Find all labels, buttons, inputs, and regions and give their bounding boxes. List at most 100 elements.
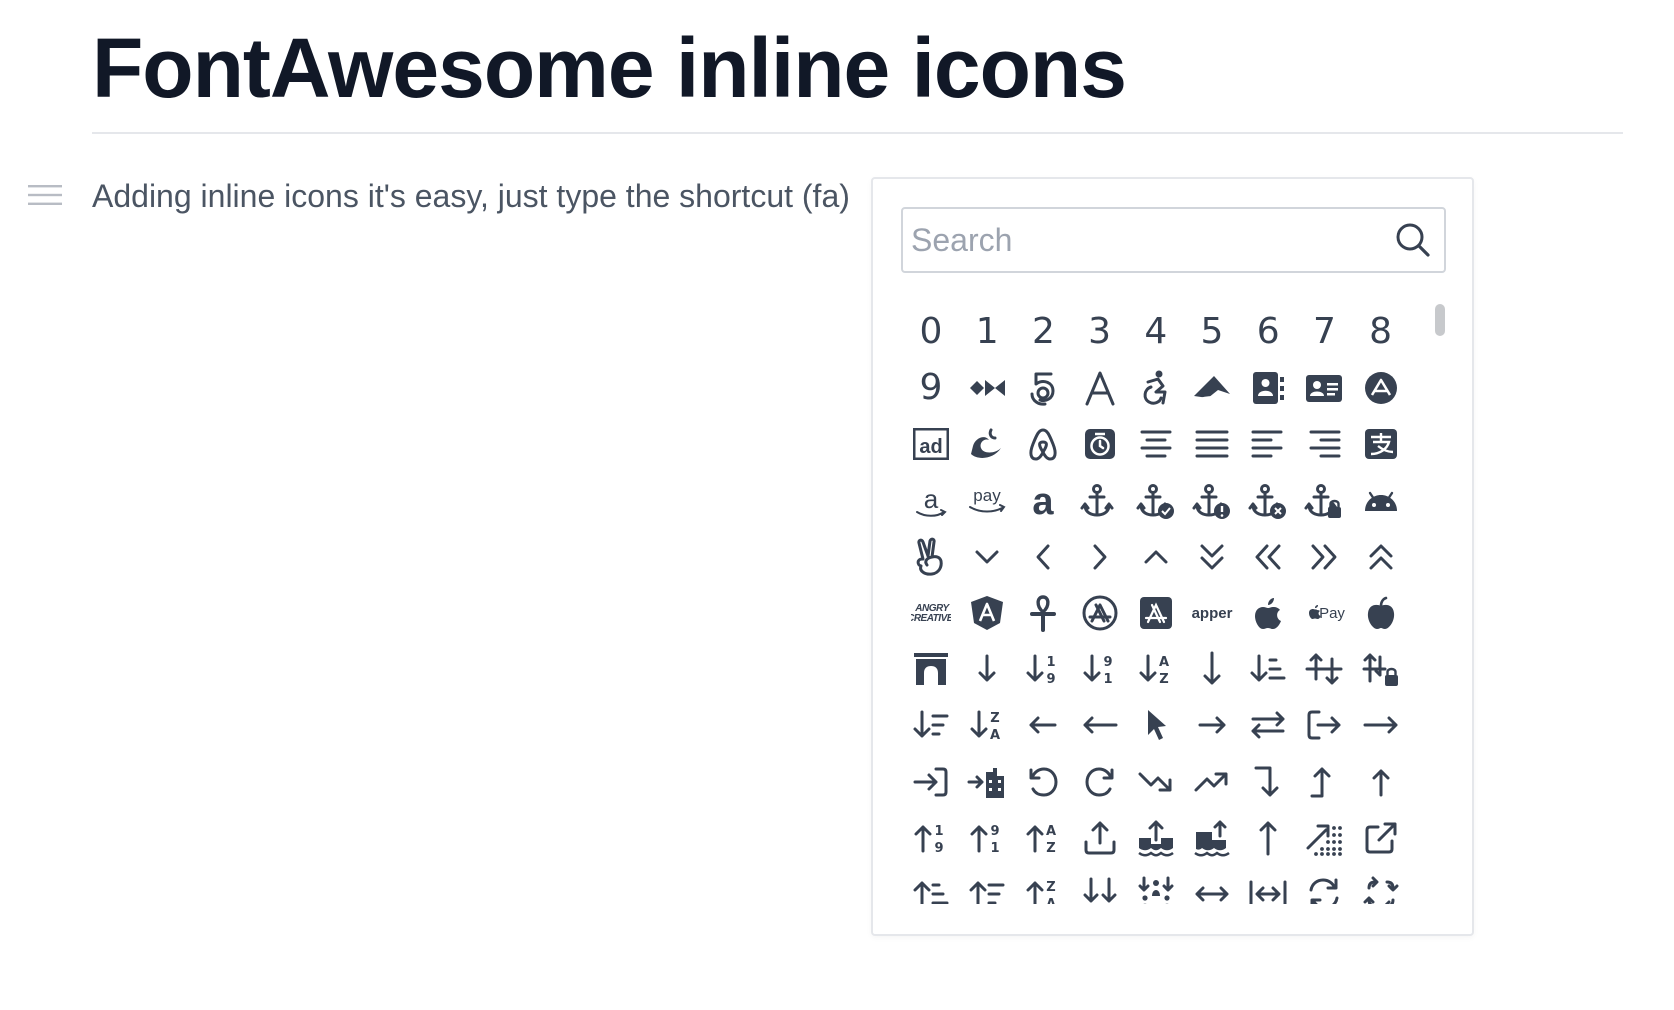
icon-option-digit-5[interactable]: 5 bbox=[1184, 304, 1240, 360]
icon-option-arrow-turn-up[interactable] bbox=[1296, 754, 1352, 810]
icon-option-amazon[interactable]: a bbox=[903, 473, 959, 529]
icon-option-arrow-down-long[interactable] bbox=[1184, 641, 1240, 697]
icon-option-address-book[interactable] bbox=[1240, 360, 1296, 416]
drag-handle-icon[interactable] bbox=[28, 184, 62, 206]
icon-option-arrow-up-right-from-square[interactable] bbox=[1353, 810, 1409, 866]
icon-option-arrow-right-to-bracket[interactable] bbox=[903, 754, 959, 810]
icon-option-arrows-left-right[interactable] bbox=[1184, 866, 1240, 904]
icon-option-arrow-up-long[interactable] bbox=[1240, 810, 1296, 866]
icon-option-digit-3[interactable]: 3 bbox=[1072, 304, 1128, 360]
icon-option-arrow-right-long[interactable] bbox=[1353, 697, 1409, 753]
icon-option-digit-7[interactable]: 7 bbox=[1296, 304, 1352, 360]
icon-option-arrow-trend-up[interactable] bbox=[1184, 754, 1240, 810]
icon-option-arrow-down-9-1[interactable]: 91 bbox=[1072, 641, 1128, 697]
icon-option-apper[interactable]: apper bbox=[1184, 585, 1240, 641]
icon-option-500px[interactable] bbox=[1015, 360, 1071, 416]
icon-option-arrow-up-short-wide[interactable] bbox=[903, 866, 959, 904]
search-icon[interactable] bbox=[1394, 221, 1432, 259]
icon-option-arrow-right[interactable] bbox=[1184, 697, 1240, 753]
icon-option-app-store-ios[interactable] bbox=[1128, 585, 1184, 641]
icon-option-airbnb[interactable] bbox=[1015, 416, 1071, 472]
icon-option-amilia[interactable]: a bbox=[1015, 473, 1071, 529]
icon-option-angles-up[interactable] bbox=[1353, 529, 1409, 585]
icon-option-arrow-up-from-ground-water[interactable] bbox=[1128, 810, 1184, 866]
icon-option-arrow-up-from-water-pump[interactable] bbox=[1184, 810, 1240, 866]
icon-option-42-group[interactable] bbox=[959, 360, 1015, 416]
icon-option-accessible[interactable] bbox=[1128, 360, 1184, 416]
icon-option-arrow-right-arrow-left[interactable] bbox=[1240, 697, 1296, 753]
icon-option-arrow-rotate-left[interactable] bbox=[1015, 754, 1071, 810]
icon-option-arrow-down[interactable] bbox=[959, 641, 1015, 697]
icon-option-arrow-up-z-a[interactable]: ZA bbox=[1015, 866, 1071, 904]
icon-option-apple[interactable] bbox=[1240, 585, 1296, 641]
icon-option-arrow-up-right-dots[interactable] bbox=[1296, 810, 1352, 866]
icon-option-angry-creative[interactable]: ANGRYCREATIVE bbox=[903, 585, 959, 641]
icon-option-arrow-down-1-9[interactable]: 19 bbox=[1015, 641, 1071, 697]
icon-option-arrow-up-1-9[interactable]: 19 bbox=[903, 810, 959, 866]
icon-option-arrows-left-right-to-line[interactable] bbox=[1240, 866, 1296, 904]
icon-option-arrow-down-short-wide[interactable] bbox=[1240, 641, 1296, 697]
search-input[interactable] bbox=[911, 209, 1381, 271]
icon-option-digit-1[interactable]: 1 bbox=[959, 304, 1015, 360]
icon-option-arrow-down-a-z[interactable]: AZ bbox=[1128, 641, 1184, 697]
icon-option-arrow-left[interactable] bbox=[1015, 697, 1071, 753]
icon-option-arrow-pointer[interactable] bbox=[1128, 697, 1184, 753]
icon-option-arrow-right-to-city[interactable] bbox=[959, 754, 1015, 810]
icon-option-angle-up[interactable] bbox=[1128, 529, 1184, 585]
icon-option-arrows-spin[interactable] bbox=[1353, 866, 1409, 904]
icon-option-align-justify[interactable] bbox=[1184, 416, 1240, 472]
icon-option-android[interactable] bbox=[1353, 473, 1409, 529]
icon-option-apple-pay[interactable]: Pay bbox=[1296, 585, 1352, 641]
icon-option-angle-right[interactable] bbox=[1072, 529, 1128, 585]
icon-option-angular[interactable] bbox=[959, 585, 1015, 641]
icon-option-arrow-down-up-across-line[interactable] bbox=[1296, 641, 1352, 697]
icon-option-arrow-trend-down[interactable] bbox=[1128, 754, 1184, 810]
icon-option-ankh[interactable] bbox=[1015, 585, 1071, 641]
icon-option-anchor-circle-exclamation[interactable] bbox=[1184, 473, 1240, 529]
icon-option-arrow-down-wide-short[interactable] bbox=[903, 697, 959, 753]
icon-option-arrow-down-z-a[interactable]: ZA bbox=[959, 697, 1015, 753]
icon-option-arrows-down-to-line[interactable] bbox=[1072, 866, 1128, 904]
scrollbar-thumb[interactable] bbox=[1435, 304, 1445, 336]
icon-option-angle-down[interactable] bbox=[959, 529, 1015, 585]
icon-option-arrow-turn-down[interactable] bbox=[1240, 754, 1296, 810]
icon-option-anchor-circle-check[interactable] bbox=[1128, 473, 1184, 529]
icon-option-letter-a[interactable] bbox=[1072, 360, 1128, 416]
icon-option-angles-down[interactable] bbox=[1184, 529, 1240, 585]
icon-option-arrow-up-from-bracket[interactable] bbox=[1072, 810, 1128, 866]
icon-option-alarm-clock[interactable] bbox=[1072, 416, 1128, 472]
icon-option-digit-0[interactable]: 0 bbox=[903, 304, 959, 360]
icon-option-digit-6[interactable]: 6 bbox=[1240, 304, 1296, 360]
icon-option-arrow-up-a-z[interactable]: AZ bbox=[1015, 810, 1071, 866]
icon-option-align-left[interactable] bbox=[1240, 416, 1296, 472]
icon-option-arrow-down-up-lock[interactable] bbox=[1353, 641, 1409, 697]
icon-option-align-center[interactable] bbox=[1128, 416, 1184, 472]
icon-option-arrows-down-to-people[interactable] bbox=[1128, 866, 1184, 904]
icon-option-digit-9[interactable]: 9 bbox=[903, 360, 959, 416]
icon-option-apple-whole[interactable] bbox=[1353, 585, 1409, 641]
icon-option-amazon-pay[interactable]: pay bbox=[959, 473, 1015, 529]
icon-option-archway[interactable] bbox=[903, 641, 959, 697]
icon-option-address-card[interactable] bbox=[1296, 360, 1352, 416]
icon-option-digit-8[interactable]: 8 bbox=[1353, 304, 1409, 360]
icon-option-app-store[interactable] bbox=[1072, 585, 1128, 641]
icon-option-ad[interactable]: ad bbox=[903, 416, 959, 472]
icon-option-arrow-left-long[interactable] bbox=[1072, 697, 1128, 753]
paragraph-text[interactable]: Adding inline icons it's easy, just type… bbox=[92, 176, 850, 216]
icon-option-angles-left[interactable] bbox=[1240, 529, 1296, 585]
icon-option-alipay[interactable] bbox=[1353, 416, 1409, 472]
icon-option-anchor-circle-xmark[interactable] bbox=[1240, 473, 1296, 529]
icon-option-adversal[interactable] bbox=[959, 416, 1015, 472]
icon-option-anchor-lock[interactable] bbox=[1296, 473, 1352, 529]
icon-option-angles-right[interactable] bbox=[1296, 529, 1352, 585]
icon-option-accusoft[interactable] bbox=[1184, 360, 1240, 416]
icon-option-adn[interactable] bbox=[1353, 360, 1409, 416]
icon-option-angellist[interactable] bbox=[903, 529, 959, 585]
icon-option-digit-2[interactable]: 2 bbox=[1015, 304, 1071, 360]
icon-option-digit-4[interactable]: 4 bbox=[1128, 304, 1184, 360]
icon-option-arrow-rotate-right[interactable] bbox=[1072, 754, 1128, 810]
icon-option-arrow-right-from-bracket[interactable] bbox=[1296, 697, 1352, 753]
icon-option-arrows-rotate[interactable] bbox=[1296, 866, 1352, 904]
icon-option-arrow-up-wide-short[interactable] bbox=[959, 866, 1015, 904]
icon-option-angle-left[interactable] bbox=[1015, 529, 1071, 585]
